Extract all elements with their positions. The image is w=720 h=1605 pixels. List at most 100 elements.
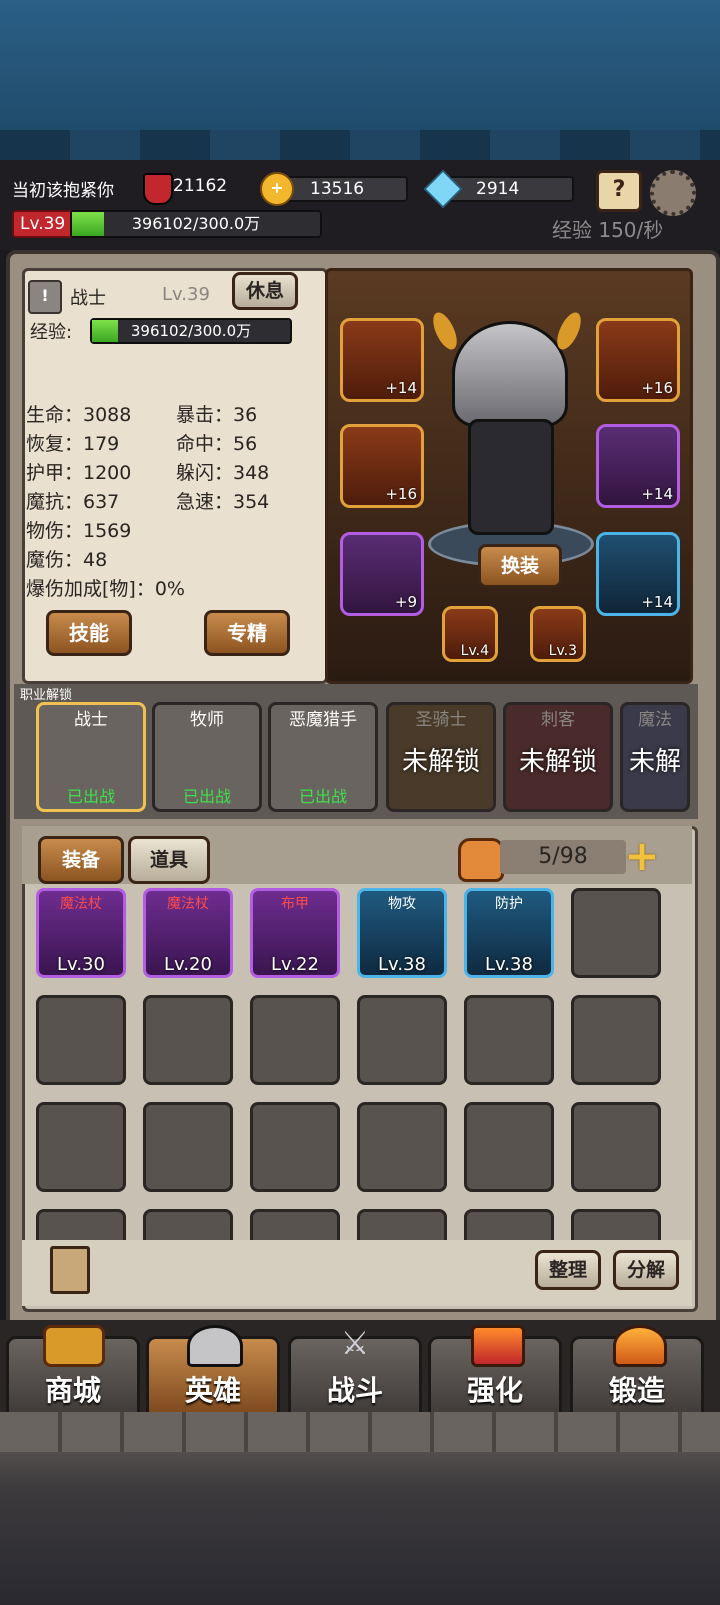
stat-dodge: 躲闪：348 <box>176 462 270 484</box>
sky-background <box>0 0 720 160</box>
inventory-empty-slot[interactable] <box>571 888 661 978</box>
hero-body-sprite <box>468 419 554 535</box>
inventory-item-4[interactable]: 物攻 Lv.38 <box>357 888 447 978</box>
inventory-empty-slot[interactable] <box>464 1102 554 1192</box>
decompose-button[interactable]: 分解 <box>613 1250 679 1290</box>
nav-enhance[interactable]: 强化 <box>428 1325 562 1420</box>
inventory-empty-slot[interactable] <box>36 1209 126 1242</box>
class-card-assassin[interactable]: 刺客 未解锁 <box>503 702 613 812</box>
inventory-empty-slot[interactable] <box>250 995 340 1085</box>
ring-enhance-level: +14 <box>641 593 673 611</box>
inventory-empty-slot[interactable] <box>357 1102 447 1192</box>
equip-slot-helmet[interactable]: +14 <box>340 318 424 402</box>
inventory-empty-slot[interactable] <box>250 1102 340 1192</box>
stat-armor: 护甲：1200 <box>26 462 132 484</box>
inventory-empty-slot[interactable] <box>571 1209 661 1242</box>
stat-physical-damage: 物伤：1569 <box>26 520 132 542</box>
inventory-item-3[interactable]: 布甲 Lv.22 <box>250 888 340 978</box>
nav-shop[interactable]: 商城 <box>6 1325 140 1420</box>
amulet-enhance-level: +16 <box>641 379 673 397</box>
class-card-demon-hunter[interactable]: 恶魔猎手 已出战 <box>268 702 378 812</box>
xp-rate: 经验 150/秒 <box>552 218 664 242</box>
hero-xp-bar: 396102/300.0万 <box>90 318 292 344</box>
inventory-item-5[interactable]: 防护 Lv.38 <box>464 888 554 978</box>
sort-button[interactable]: 整理 <box>535 1250 601 1290</box>
hero-xp-label: 经验: <box>30 322 73 343</box>
mastery-button[interactable]: 专精 <box>204 610 290 656</box>
floor-background <box>0 1440 720 1605</box>
rest-button[interactable]: 休息 <box>232 272 298 310</box>
class-unlock-title: 职业解锁 <box>20 688 73 703</box>
change-outfit-button[interactable]: 换装 <box>478 544 562 588</box>
inventory-empty-slot[interactable] <box>571 995 661 1085</box>
helmet-enhance-level: +14 <box>385 379 417 397</box>
inventory-empty-slot[interactable] <box>143 1102 233 1192</box>
stat-magic-damage: 魔伤：48 <box>26 549 108 571</box>
class-card-mage[interactable]: 魔法 未解 <box>620 702 690 812</box>
stat-regen: 恢复：179 <box>26 433 120 455</box>
class-card-warrior[interactable]: 战士 已出战 <box>36 702 146 812</box>
class-card-paladin[interactable]: 圣骑士 未解锁 <box>386 702 496 812</box>
anvil-hammer-icon <box>471 1325 525 1367</box>
backpack-icon <box>458 838 504 882</box>
player-level-badge: Lv.39 <box>12 210 74 238</box>
gem-slot-2[interactable]: Lv.3 <box>530 606 586 662</box>
weapon-enhance-level: +14 <box>641 485 673 503</box>
viking-helmet-icon <box>187 1325 243 1367</box>
hero-horn-left <box>428 309 462 353</box>
hero-helmet-sprite <box>452 321 568 427</box>
quest-book-icon[interactable]: ? <box>596 170 642 212</box>
expand-capacity-icon[interactable]: + <box>622 835 662 877</box>
stat-hp: 生命：3088 <box>26 404 132 426</box>
inventory-empty-slot[interactable] <box>143 1209 233 1242</box>
inventory-empty-slot[interactable] <box>357 995 447 1085</box>
inventory-empty-slot[interactable] <box>36 995 126 1085</box>
power-shield-icon <box>143 173 173 205</box>
tab-items[interactable]: 道具 <box>128 836 210 884</box>
stat-crit: 暴击：36 <box>176 404 258 426</box>
inventory-empty-slot[interactable] <box>143 995 233 1085</box>
inventory-capacity: 5/98 <box>500 840 626 874</box>
equip-slot-boots[interactable]: +9 <box>340 532 424 616</box>
gold-value: 13516 <box>310 179 365 199</box>
inventory-item-2[interactable]: 魔法杖 Lv.20 <box>143 888 233 978</box>
boots-enhance-level: +9 <box>394 593 417 611</box>
inventory-empty-slot[interactable] <box>571 1102 661 1192</box>
forge-fire-icon <box>613 1325 667 1367</box>
inventory-empty-slot[interactable] <box>357 1209 447 1242</box>
gem2-level: Lv.3 <box>548 643 577 659</box>
gem1-level: Lv.4 <box>460 643 489 659</box>
equip-slot-weapon[interactable]: +14 <box>596 424 680 508</box>
power-value: 21162 <box>173 176 228 196</box>
equip-slot-ring[interactable]: +14 <box>596 532 680 616</box>
inventory-item-1[interactable]: 魔法杖 Lv.30 <box>36 888 126 978</box>
stat-magic-resist: 魔抗：637 <box>26 491 120 513</box>
skill-button[interactable]: 技能 <box>46 610 132 656</box>
stat-haste: 急速：354 <box>176 491 270 513</box>
settings-gear-icon[interactable] <box>650 170 696 216</box>
nav-battle[interactable]: ⚔ 战斗 <box>288 1325 422 1420</box>
book-icon[interactable] <box>50 1246 90 1294</box>
inventory-empty-slot[interactable] <box>250 1209 340 1242</box>
nav-hero[interactable]: 英雄 <box>146 1325 280 1420</box>
nav-forge[interactable]: 锻造 <box>570 1325 704 1420</box>
player-name: 当初该抱紧你 <box>12 181 114 201</box>
info-alert-icon[interactable]: ! <box>28 280 62 314</box>
stat-crit-bonus: 爆伤加成[物]：0% <box>26 578 185 600</box>
stat-accuracy: 命中：56 <box>176 433 258 455</box>
player-xp-text: 396102/300.0万 <box>131 214 261 233</box>
inventory-empty-slot[interactable] <box>464 995 554 1085</box>
class-card-priest[interactable]: 牧师 已出战 <box>152 702 262 812</box>
tab-equipment[interactable]: 装备 <box>38 836 124 884</box>
stone-wall <box>0 1412 720 1452</box>
gem-slot-1[interactable]: Lv.4 <box>442 606 498 662</box>
equip-slot-amulet[interactable]: +16 <box>596 318 680 402</box>
hero-xp-text: 396102/300.0万 <box>130 322 252 340</box>
crossed-swords-icon: ⚔ <box>340 1324 370 1362</box>
gold-coin-plus-icon[interactable]: + <box>260 172 294 206</box>
inventory-empty-slot[interactable] <box>464 1209 554 1242</box>
inventory-empty-slot[interactable] <box>36 1102 126 1192</box>
hero-level: Lv.39 <box>162 284 210 305</box>
equip-slot-armor[interactable]: +16 <box>340 424 424 508</box>
treasure-chest-icon <box>43 1325 105 1367</box>
